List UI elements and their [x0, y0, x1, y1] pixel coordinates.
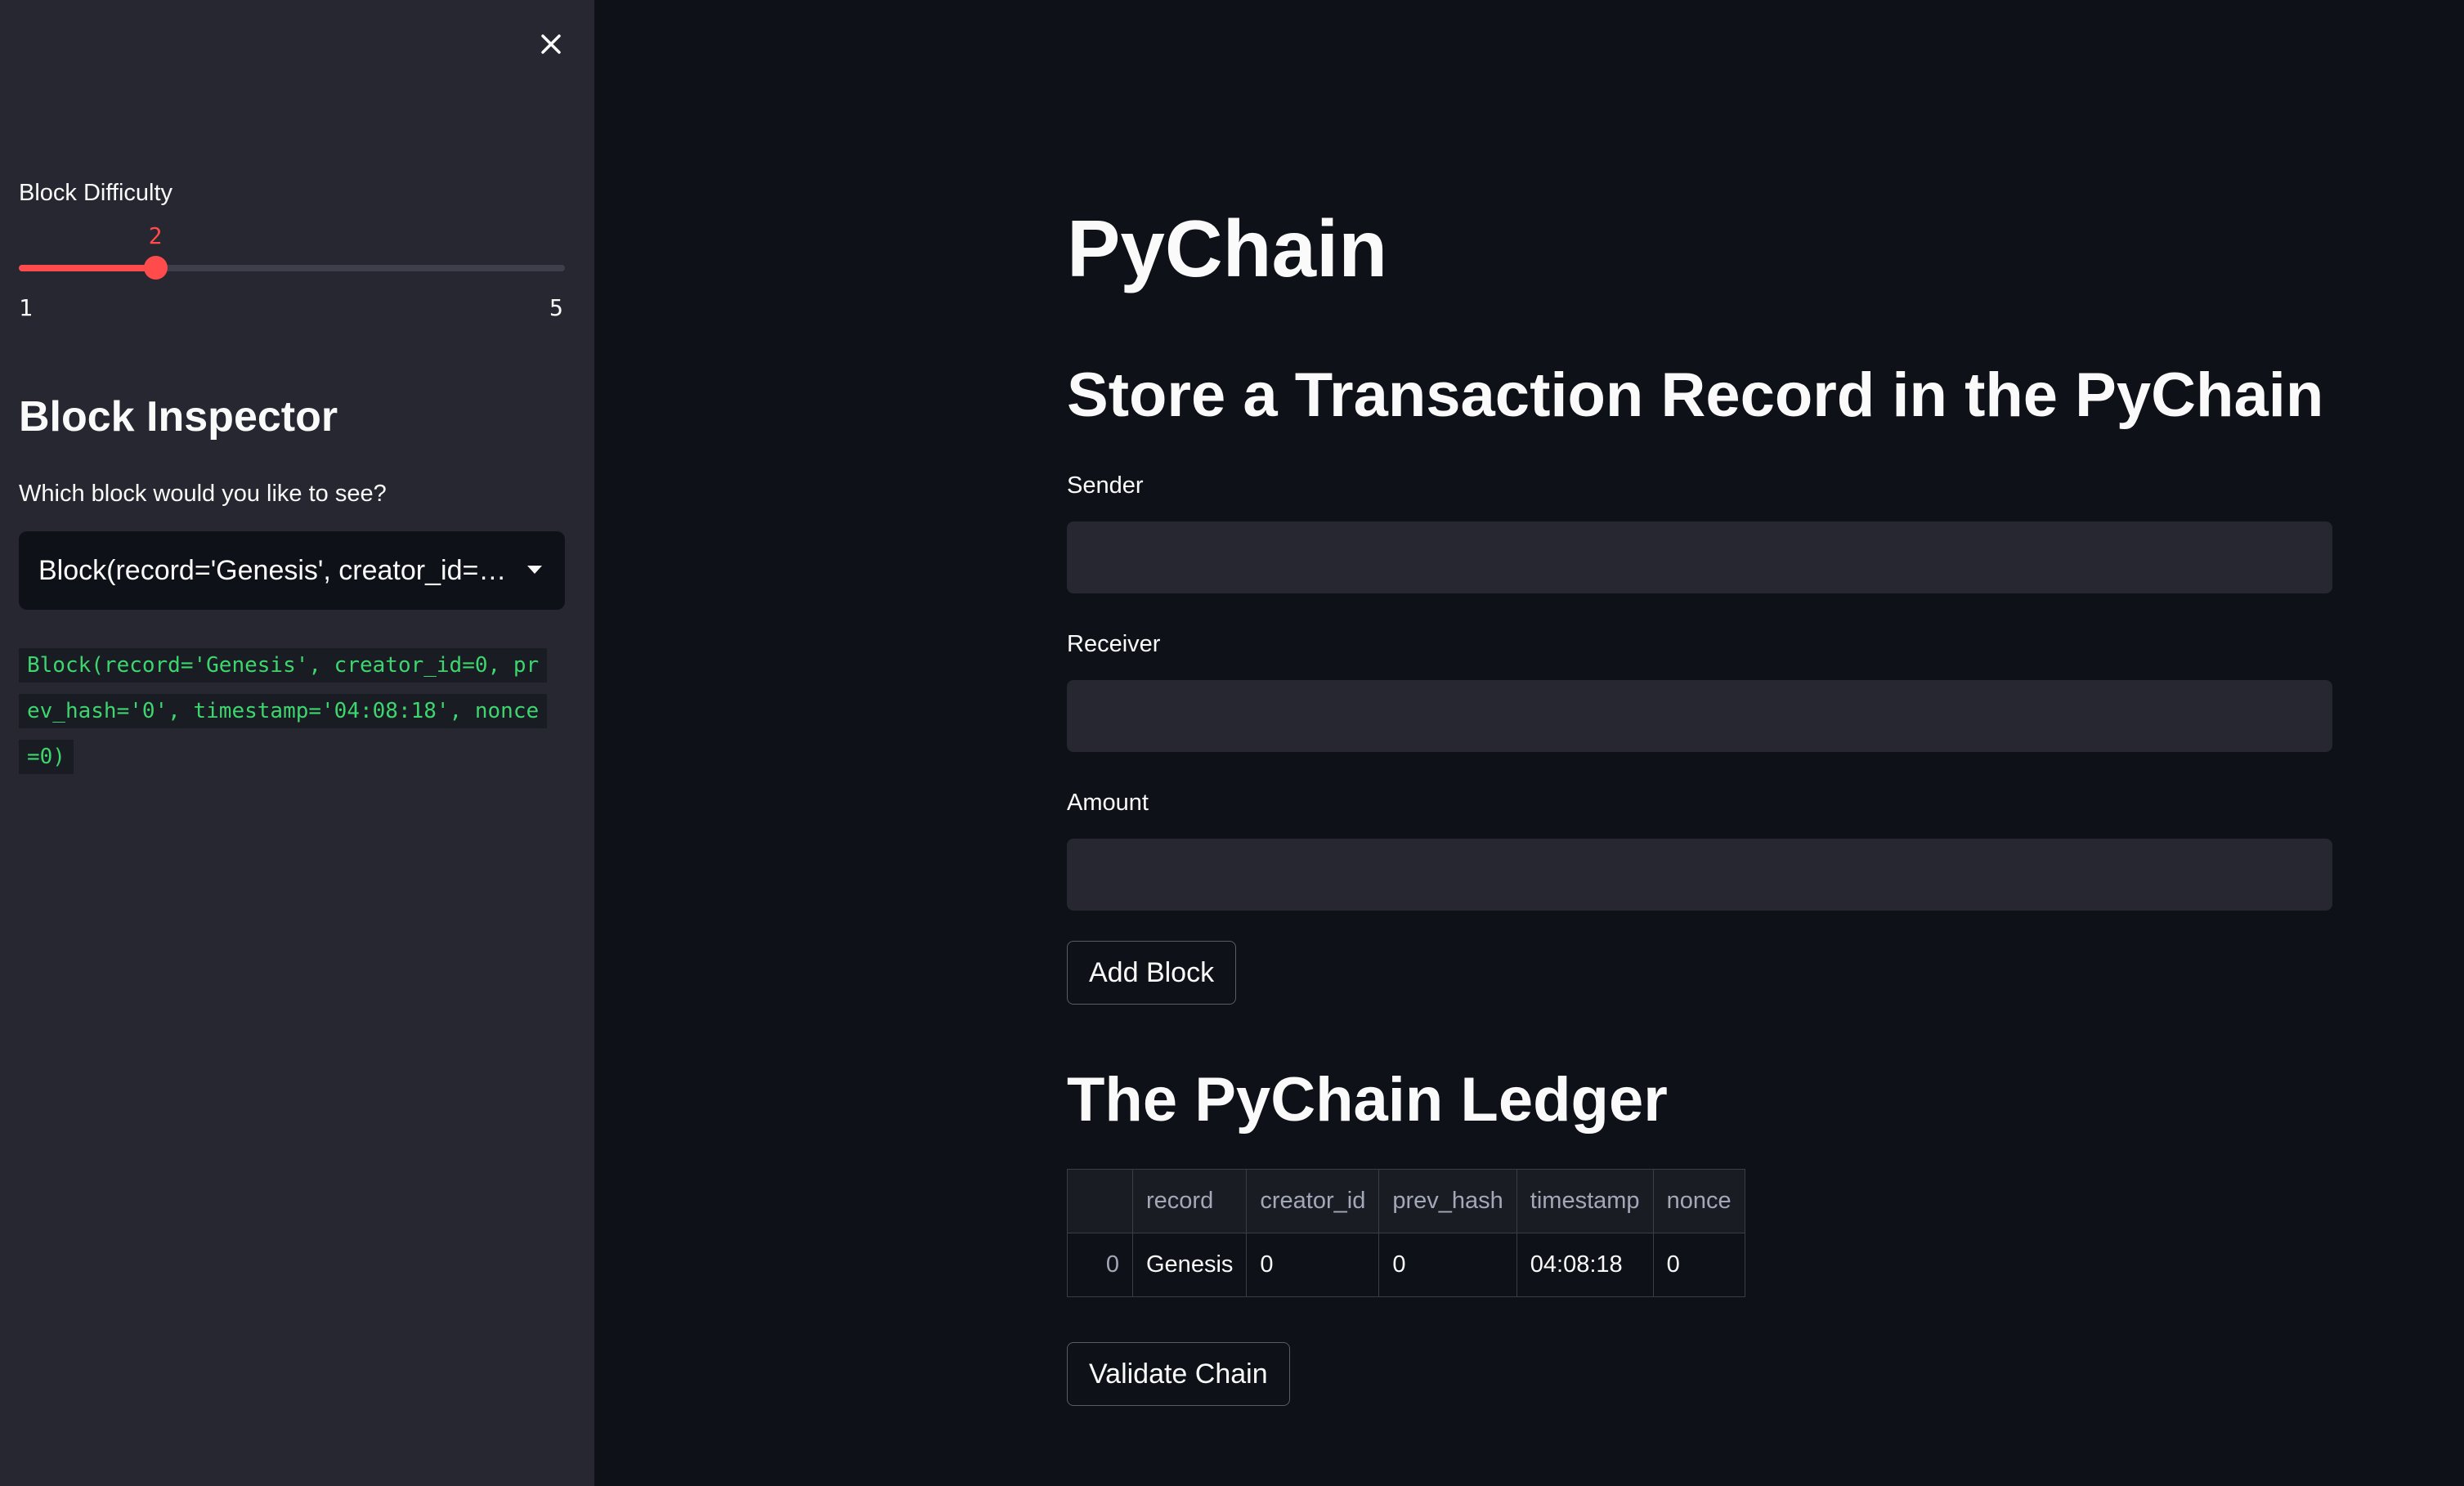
table-cell: 0 [1246, 1233, 1380, 1297]
table-header[interactable]: timestamp [1516, 1169, 1654, 1233]
chevron-down-icon [527, 566, 542, 574]
form-heading: Store a Transaction Record in the PyChai… [1067, 360, 2324, 430]
table-cell: 0 [1652, 1233, 1745, 1297]
table-cell: 0 [1378, 1233, 1517, 1297]
close-icon [541, 34, 561, 54]
page-title: PyChain [1067, 204, 1388, 293]
ledger-table: record creator_id prev_hash timestamp no… [1067, 1169, 1745, 1297]
slider-thumb[interactable] [144, 256, 168, 280]
slider-fill [19, 265, 155, 271]
table-header[interactable]: record [1131, 1169, 1248, 1233]
difficulty-label: Block Difficulty [19, 180, 173, 206]
receiver-input[interactable] [1067, 680, 2332, 752]
table-header[interactable]: creator_id [1246, 1169, 1380, 1233]
block-select-label: Which block would you like to see? [19, 481, 387, 507]
block-code-text: Block(record='Genesis', creator_id=0, pr… [19, 648, 548, 774]
sidebar: Block Difficulty 2 1 5 Block Inspector W… [0, 0, 594, 1486]
close-sidebar-button[interactable] [533, 26, 569, 62]
difficulty-slider[interactable] [19, 256, 565, 280]
ledger-heading: The PyChain Ledger [1067, 1065, 1668, 1135]
table-row: 0 Genesis 0 0 04:08:18 0 [1067, 1233, 1745, 1297]
block-select-value: Block(record='Genesis', creator_id=0, pr… [38, 554, 508, 586]
validate-chain-button[interactable]: Validate Chain [1067, 1342, 1290, 1406]
table-header-row: record creator_id prev_hash timestamp no… [1067, 1169, 1745, 1233]
table-header[interactable] [1067, 1169, 1133, 1233]
receiver-label: Receiver [1067, 631, 1161, 657]
sender-input[interactable] [1067, 521, 2332, 593]
block-inspector-heading: Block Inspector [19, 393, 338, 441]
sender-label: Sender [1067, 472, 1144, 499]
block-select[interactable]: Block(record='Genesis', creator_id=0, pr… [19, 531, 565, 610]
table-cell: 0 [1067, 1233, 1133, 1297]
table-header[interactable]: nonce [1652, 1169, 1745, 1233]
amount-label: Amount [1067, 790, 1149, 816]
table-cell: Genesis [1131, 1233, 1248, 1297]
table-header[interactable]: prev_hash [1378, 1169, 1517, 1233]
add-block-button[interactable]: Add Block [1067, 941, 1237, 1005]
table-cell: 04:08:18 [1516, 1233, 1654, 1297]
slider-max-label: 5 [549, 294, 563, 321]
slider-value: 2 [148, 222, 163, 249]
block-code-output: Block(record='Genesis', creator_id=0, pr… [19, 642, 548, 780]
amount-input[interactable] [1067, 839, 2332, 911]
slider-min-label: 1 [19, 294, 33, 321]
